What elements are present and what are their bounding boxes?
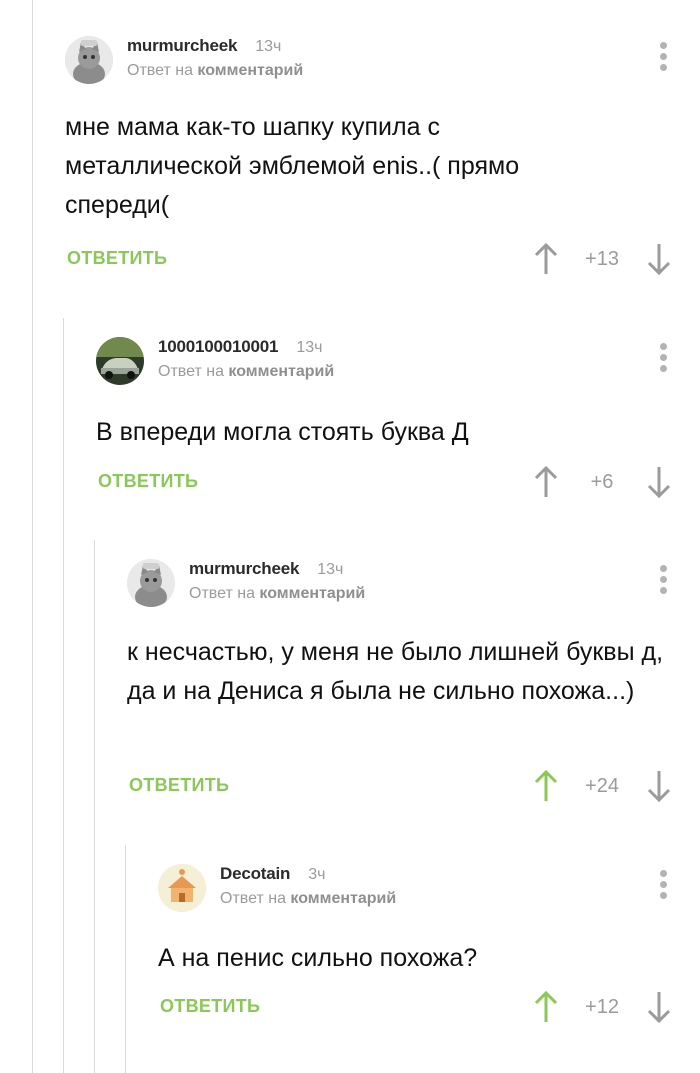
comment-actions: ОТВЕТИТЬ +12 xyxy=(158,988,672,1028)
reply-prefix: Ответ на xyxy=(220,890,286,907)
comment-text: В впереди могла стоять буква Д xyxy=(96,418,469,446)
comment: 1000100010001 13ч Ответ на комментарий В … xyxy=(96,337,672,517)
upvote-arrow-icon[interactable] xyxy=(533,465,559,499)
reply-info: Ответ на комментарий xyxy=(220,890,396,908)
reply-info: Ответ на комментарий xyxy=(189,585,365,603)
comment: murmurcheek 13ч Ответ на комментарий к не… xyxy=(127,559,672,819)
reply-button[interactable]: ОТВЕТИТЬ xyxy=(160,996,260,1017)
cat-avatar-icon xyxy=(65,36,113,84)
more-options-icon[interactable] xyxy=(656,870,670,904)
avatar[interactable] xyxy=(65,36,113,84)
upvote-arrow-icon[interactable] xyxy=(533,990,559,1024)
comment-actions: ОТВЕТИТЬ +13 xyxy=(65,240,672,280)
comment-meta: murmurcheek 13ч Ответ на комментарий xyxy=(127,36,303,80)
reply-prefix: Ответ на xyxy=(127,62,193,79)
house-avatar-icon xyxy=(158,864,206,912)
comment-meta: murmurcheek 13ч Ответ на комментарий xyxy=(189,559,365,603)
timestamp: 13ч xyxy=(317,561,344,578)
rating: +13 xyxy=(585,248,619,270)
username[interactable]: 1000100010001 xyxy=(158,337,279,356)
thread-line-level-4 xyxy=(125,845,126,1073)
reply-info: Ответ на комментарий xyxy=(127,62,303,80)
comment-actions: ОТВЕТИТЬ +24 xyxy=(127,767,672,807)
username[interactable]: murmurcheek xyxy=(127,36,237,55)
downvote-arrow-icon[interactable] xyxy=(646,990,672,1024)
parent-comment-link[interactable]: комментарий xyxy=(228,363,334,380)
downvote-arrow-icon[interactable] xyxy=(646,242,672,276)
parent-comment-link[interactable]: комментарий xyxy=(197,62,303,79)
avatar[interactable] xyxy=(158,864,206,912)
downvote-arrow-icon[interactable] xyxy=(646,769,672,803)
avatar[interactable] xyxy=(96,337,144,385)
timestamp: 13ч xyxy=(255,38,282,55)
reply-button[interactable]: ОТВЕТИТЬ xyxy=(67,248,167,269)
comment-meta: 1000100010001 13ч Ответ на комментарий xyxy=(158,337,334,381)
parent-comment-link[interactable]: комментарий xyxy=(259,585,365,602)
rating: +24 xyxy=(585,775,619,797)
reply-prefix: Ответ на xyxy=(189,585,255,602)
reply-info: Ответ на комментарий xyxy=(158,363,334,381)
reply-button[interactable]: ОТВЕТИТЬ xyxy=(129,775,229,796)
more-options-icon[interactable] xyxy=(656,565,670,599)
avatar[interactable] xyxy=(127,559,175,607)
comment: Decotain 3ч Ответ на комментарий А на пен… xyxy=(158,864,672,1044)
downvote-arrow-icon[interactable] xyxy=(646,465,672,499)
username[interactable]: murmurcheek xyxy=(189,559,299,578)
comment-text: А на пенис сильно похожа? xyxy=(158,944,478,972)
timestamp: 3ч xyxy=(308,866,326,883)
upvote-arrow-icon[interactable] xyxy=(533,769,559,803)
rating: +6 xyxy=(590,471,614,493)
more-options-icon[interactable] xyxy=(656,343,670,377)
thread-line-level-3 xyxy=(94,540,95,1073)
comment-actions: ОТВЕТИТЬ +6 xyxy=(96,463,672,503)
parent-comment-link[interactable]: комментарий xyxy=(290,890,396,907)
username[interactable]: Decotain xyxy=(220,864,290,883)
comment-text: к несчастью, у меня не было лишней буквы… xyxy=(127,638,664,705)
upvote-arrow-icon[interactable] xyxy=(533,242,559,276)
more-options-icon[interactable] xyxy=(656,42,670,76)
thread-line-level-1 xyxy=(32,0,33,1073)
comment-text: мне мама как-то шапку купила с металличе… xyxy=(65,113,520,219)
reply-button[interactable]: ОТВЕТИТЬ xyxy=(98,471,198,492)
comment: murmurcheek 13ч Ответ на комментарий мне … xyxy=(65,36,672,286)
cat-avatar-icon xyxy=(127,559,175,607)
reply-prefix: Ответ на xyxy=(158,363,224,380)
timestamp: 13ч xyxy=(296,339,323,356)
car-avatar-icon xyxy=(96,337,144,385)
rating: +12 xyxy=(585,996,619,1018)
comment-meta: Decotain 3ч Ответ на комментарий xyxy=(220,864,396,908)
thread-line-level-2 xyxy=(63,318,64,1073)
